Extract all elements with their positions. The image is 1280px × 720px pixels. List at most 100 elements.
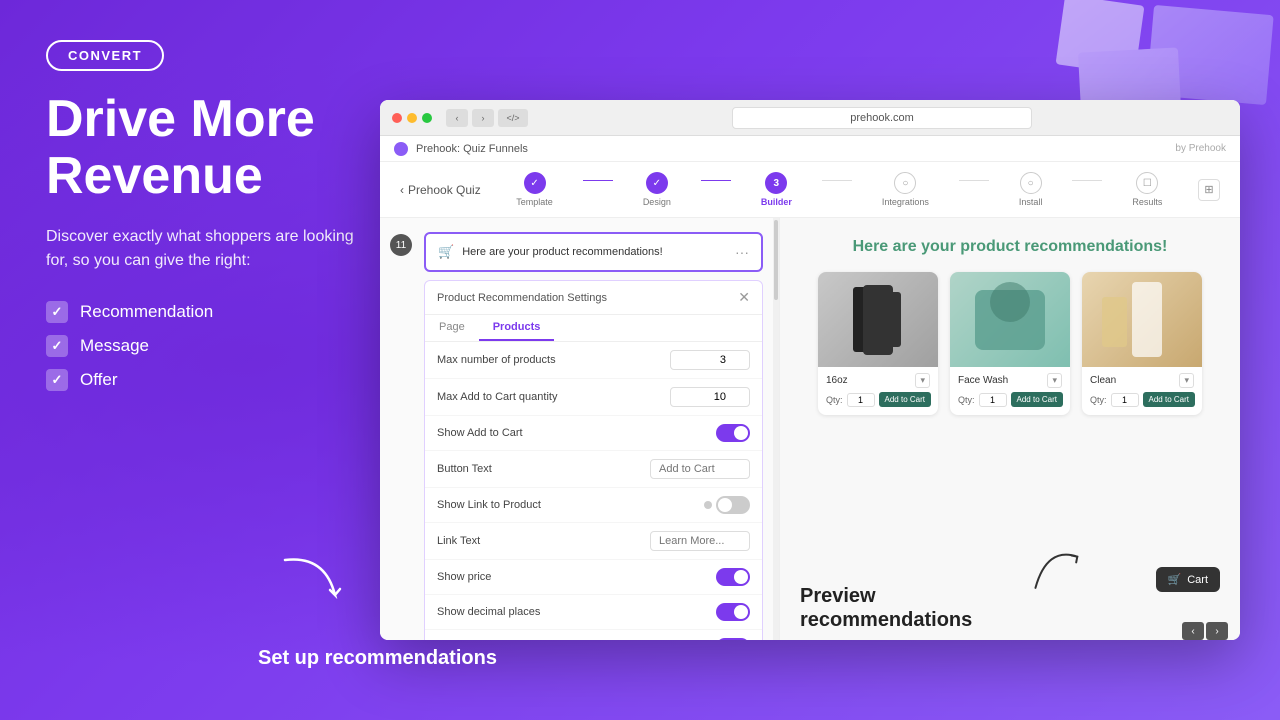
description: Discover exactly what shoppers are looki… xyxy=(46,225,366,273)
tab-page[interactable]: Page xyxy=(425,315,479,341)
step-line-3 xyxy=(822,180,852,181)
step-label-install: Install xyxy=(1019,197,1043,207)
cart-float-button[interactable]: 🛒 Cart xyxy=(1156,567,1220,592)
setting-row-show-price: Show price xyxy=(425,560,762,595)
step-circle-template: ✓ xyxy=(524,172,546,194)
arrow-decoration xyxy=(275,545,355,630)
app-name: Prehook: Quiz Funnels xyxy=(416,143,528,155)
setting-label-btn-text: Button Text xyxy=(437,463,492,475)
product-dropdown-1[interactable]: ▾ xyxy=(915,373,930,388)
question-block[interactable]: 🛒 Here are your product recommendations!… xyxy=(424,232,763,272)
step-builder[interactable]: 3 Builder xyxy=(761,172,792,207)
show-link-toggle-group xyxy=(704,496,750,514)
step-line-2 xyxy=(701,180,731,181)
product-name-row-2: Face Wash ▾ xyxy=(958,373,1062,388)
step-circle-design: ✓ xyxy=(646,172,668,194)
group-variants-toggle[interactable] xyxy=(716,638,750,640)
setting-row-decimal: Show decimal places xyxy=(425,595,762,630)
step-design[interactable]: ✓ Design xyxy=(643,172,671,207)
product-info-3: Clean ▾ Qty: Add to Cart xyxy=(1082,367,1202,415)
max-qty-input[interactable] xyxy=(670,387,750,407)
back-button[interactable]: ‹ Prehook Quiz xyxy=(400,183,481,197)
nav-arrows: ‹ › xyxy=(1182,622,1228,640)
product-name-1: 16oz xyxy=(826,375,848,386)
dots-menu[interactable]: ··· xyxy=(735,244,749,260)
preview-panel: Here are your product recommendations! 1… xyxy=(780,218,1240,640)
browser-url-bar[interactable]: prehook.com xyxy=(732,107,1032,129)
step-integrations[interactable]: ○ Integrations xyxy=(882,172,929,207)
setting-label-max-qty: Max Add to Cart quantity xyxy=(437,391,557,403)
step-circle-builder: 3 xyxy=(765,172,787,194)
setting-row-link-text: Link Text xyxy=(425,523,762,560)
toggle-dot-off xyxy=(704,501,712,509)
dot-yellow[interactable] xyxy=(407,113,417,123)
step-label-template: Template xyxy=(516,197,553,207)
setting-label-max-products: Max number of products xyxy=(437,354,556,366)
tab-products[interactable]: Products xyxy=(479,315,555,341)
qty-input-3[interactable] xyxy=(1111,393,1139,407)
check-icon-message xyxy=(46,335,68,357)
question-header: 🛒 Here are your product recommendations!… xyxy=(438,244,749,260)
qty-input-1[interactable] xyxy=(847,393,875,407)
setting-label-show-atc: Show Add to Cart xyxy=(437,427,523,439)
product-dropdown-3[interactable]: ▾ xyxy=(1179,373,1194,388)
list-item: Recommendation xyxy=(46,301,366,323)
setting-row-group-variants: Group variants xyxy=(425,630,762,640)
link-text-input[interactable] xyxy=(650,531,750,551)
add-cart-btn-2[interactable]: Add to Cart xyxy=(1011,392,1063,407)
btn-text-input[interactable] xyxy=(650,459,750,479)
dot-red[interactable] xyxy=(392,113,402,123)
show-link-toggle[interactable] xyxy=(716,496,750,514)
preview-icon-btn[interactable]: ⊞ xyxy=(1198,179,1220,201)
steps-container: ✓ Template ✓ Design 3 Builder ○ Integrat… xyxy=(516,172,1162,207)
show-atc-toggle[interactable] xyxy=(716,424,750,442)
decimal-toggle[interactable] xyxy=(716,603,750,621)
settings-title: Product Recommendation Settings xyxy=(437,292,607,304)
feature-recommendation: Recommendation xyxy=(80,302,213,322)
settings-tabs: Page Products xyxy=(425,315,762,342)
product-card-2: Face Wash ▾ Qty: Add to Cart xyxy=(950,272,1070,415)
step-line-1 xyxy=(583,180,613,181)
show-price-toggle[interactable] xyxy=(716,568,750,586)
qty-label-2: Qty: xyxy=(958,395,975,405)
quiz-name: Prehook Quiz xyxy=(408,183,481,197)
product-name-row-3: Clean ▾ xyxy=(1090,373,1194,388)
feature-message: Message xyxy=(80,336,149,356)
check-icon-offer xyxy=(46,369,68,391)
setting-label-link-text: Link Text xyxy=(437,535,480,547)
product-name-row-1: 16oz ▾ xyxy=(826,373,930,388)
product-dropdown-2[interactable]: ▾ xyxy=(1047,373,1062,388)
settings-close-button[interactable]: ✕ xyxy=(738,289,750,306)
qty-input-2[interactable] xyxy=(979,393,1007,407)
step-template[interactable]: ✓ Template xyxy=(516,172,553,207)
nav-arrow-left[interactable]: ‹ xyxy=(1182,622,1204,640)
step-install[interactable]: ○ Install xyxy=(1019,172,1043,207)
nav-arrow-right[interactable]: › xyxy=(1206,622,1228,640)
step-circle-install: ○ xyxy=(1020,172,1042,194)
browser-back-icon[interactable]: ‹ xyxy=(446,109,468,127)
dot-green[interactable] xyxy=(422,113,432,123)
step-circle-results: ☐ xyxy=(1136,172,1158,194)
step-label-builder: Builder xyxy=(761,197,792,207)
step-label-results: Results xyxy=(1132,197,1162,207)
left-content: CONVERT Drive More Revenue Discover exac… xyxy=(46,40,366,431)
app-header-left: Prehook: Quiz Funnels xyxy=(394,142,528,156)
qty-row-2: Qty: Add to Cart xyxy=(958,392,1062,407)
prehook-icon xyxy=(394,142,408,156)
step-label-design: Design xyxy=(643,197,671,207)
preview-recs-label: Preview recommendations xyxy=(800,584,972,632)
step-line-5 xyxy=(1072,180,1102,181)
qty-row-1: Qty: Add to Cart xyxy=(826,392,930,407)
back-arrow-icon: ‹ xyxy=(400,183,404,197)
add-cart-btn-3[interactable]: Add to Cart xyxy=(1143,392,1195,407)
convert-badge: CONVERT xyxy=(46,40,164,71)
add-cart-btn-1[interactable]: Add to Cart xyxy=(879,392,931,407)
product-card-1: 16oz ▾ Qty: Add to Cart xyxy=(818,272,938,415)
editor-scrollbar[interactable] xyxy=(773,218,779,640)
browser-forward-icon[interactable]: › xyxy=(472,109,494,127)
stepper-bar: ‹ Prehook Quiz ✓ Template ✓ Design 3 Bui… xyxy=(380,162,1240,218)
step-line-4 xyxy=(959,180,989,181)
max-products-input[interactable] xyxy=(670,350,750,370)
step-results[interactable]: ☐ Results xyxy=(1132,172,1162,207)
step-circle-integrations: ○ xyxy=(894,172,916,194)
